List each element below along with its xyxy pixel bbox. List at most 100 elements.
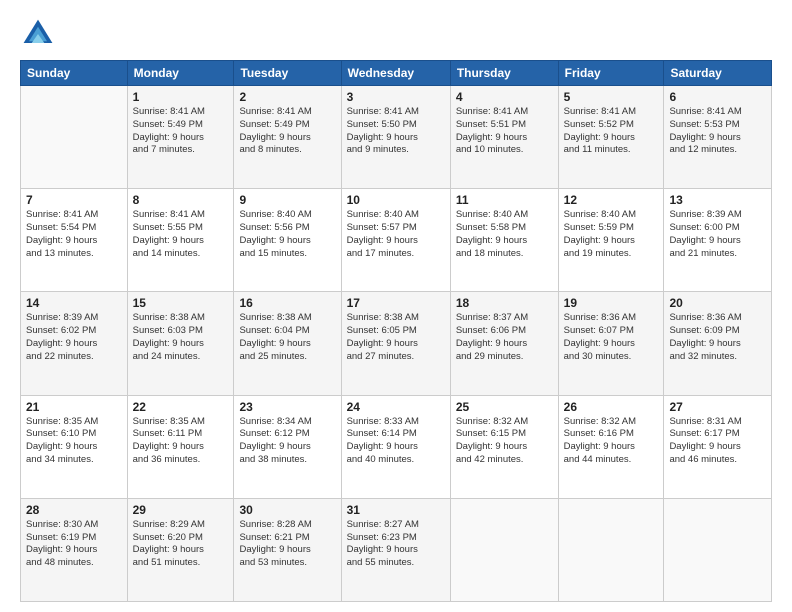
cell-content: Sunrise: 8:35 AMSunset: 6:10 PMDaylight:… — [26, 416, 122, 467]
calendar-cell: 31Sunrise: 8:27 AMSunset: 6:23 PMDayligh… — [341, 498, 450, 601]
calendar-cell: 27 Sunrise: 8:31 AMSunset: 6:17 PMDayligh… — [664, 395, 772, 498]
calendar-cell: 23Sunrise: 8:34 AMSunset: 6:12 PMDayligh… — [234, 395, 341, 498]
calendar-cell: 18 Sunrise: 8:37 AMSunset: 6:06 PMDayligh… — [450, 292, 558, 395]
calendar-header-thursday: Thursday — [450, 61, 558, 86]
day-number: 5 — [564, 90, 659, 104]
day-number: 6 — [669, 90, 766, 104]
day-number: 17 — [347, 296, 445, 310]
cell-content: Sunrise: 8:38 AMSunset: 6:05 PMDaylight:… — [347, 312, 445, 363]
day-number: 27 — [669, 400, 766, 414]
day-number: 24 — [347, 400, 445, 414]
calendar-cell: 7 Sunrise: 8:41 AMSunset: 5:54 PMDaylight… — [21, 189, 128, 292]
calendar-cell: 10 Sunrise: 8:40 AMSunset: 5:57 PMDayligh… — [341, 189, 450, 292]
cell-content: Sunrise: 8:41 AMSunset: 5:51 PMDaylight:… — [456, 106, 553, 157]
header — [20, 16, 772, 52]
day-number: 16 — [239, 296, 335, 310]
cell-content: Sunrise: 8:39 AMSunset: 6:00 PMDaylight:… — [669, 209, 766, 260]
day-number: 29 — [133, 503, 229, 517]
cell-content: Sunrise: 8:41 AMSunset: 5:53 PMDaylight:… — [669, 106, 766, 157]
calendar-week-0: 1Sunrise: 8:41 AMSunset: 5:49 PMDaylight… — [21, 86, 772, 189]
calendar-cell: 17 Sunrise: 8:38 AMSunset: 6:05 PMDayligh… — [341, 292, 450, 395]
cell-content: Sunrise: 8:29 AMSunset: 6:20 PMDaylight:… — [133, 519, 229, 570]
day-number: 11 — [456, 193, 553, 207]
page: SundayMondayTuesdayWednesdayThursdayFrid… — [0, 0, 792, 612]
calendar-cell — [450, 498, 558, 601]
day-number: 31 — [347, 503, 445, 517]
cell-content: Sunrise: 8:37 AMSunset: 6:06 PMDaylight:… — [456, 312, 553, 363]
calendar-week-1: 7 Sunrise: 8:41 AMSunset: 5:54 PMDaylight… — [21, 189, 772, 292]
day-number: 22 — [133, 400, 229, 414]
calendar-header-row: SundayMondayTuesdayWednesdayThursdayFrid… — [21, 61, 772, 86]
calendar-cell: 3Sunrise: 8:41 AMSunset: 5:50 PMDaylight… — [341, 86, 450, 189]
calendar-cell: 13Sunrise: 8:39 AMSunset: 6:00 PMDayligh… — [664, 189, 772, 292]
day-number: 12 — [564, 193, 659, 207]
day-number: 19 — [564, 296, 659, 310]
calendar-cell: 4 Sunrise: 8:41 AMSunset: 5:51 PMDaylight… — [450, 86, 558, 189]
logo — [20, 16, 60, 52]
calendar-cell: 1Sunrise: 8:41 AMSunset: 5:49 PMDaylight… — [127, 86, 234, 189]
calendar-header-saturday: Saturday — [664, 61, 772, 86]
cell-content: Sunrise: 8:40 AMSunset: 5:58 PMDaylight:… — [456, 209, 553, 260]
calendar-cell: 6 Sunrise: 8:41 AMSunset: 5:53 PMDaylight… — [664, 86, 772, 189]
cell-content: Sunrise: 8:40 AMSunset: 5:57 PMDaylight:… — [347, 209, 445, 260]
calendar-cell: 12 Sunrise: 8:40 AMSunset: 5:59 PMDayligh… — [558, 189, 664, 292]
cell-content: Sunrise: 8:30 AMSunset: 6:19 PMDaylight:… — [26, 519, 122, 570]
calendar-cell: 28 Sunrise: 8:30 AMSunset: 6:19 PMDayligh… — [21, 498, 128, 601]
calendar-week-2: 14Sunrise: 8:39 AMSunset: 6:02 PMDayligh… — [21, 292, 772, 395]
calendar-cell: 25 Sunrise: 8:32 AMSunset: 6:15 PMDayligh… — [450, 395, 558, 498]
calendar-header-friday: Friday — [558, 61, 664, 86]
cell-content: Sunrise: 8:28 AMSunset: 6:21 PMDaylight:… — [239, 519, 335, 570]
cell-content: Sunrise: 8:40 AMSunset: 5:56 PMDaylight:… — [239, 209, 335, 260]
cell-content: Sunrise: 8:31 AMSunset: 6:17 PMDaylight:… — [669, 416, 766, 467]
calendar-cell — [558, 498, 664, 601]
cell-content: Sunrise: 8:35 AMSunset: 6:11 PMDaylight:… — [133, 416, 229, 467]
cell-content: Sunrise: 8:41 AMSunset: 5:49 PMDaylight:… — [239, 106, 335, 157]
day-number: 3 — [347, 90, 445, 104]
cell-content: Sunrise: 8:41 AMSunset: 5:54 PMDaylight:… — [26, 209, 122, 260]
calendar-cell: 5Sunrise: 8:41 AMSunset: 5:52 PMDaylight… — [558, 86, 664, 189]
cell-content: Sunrise: 8:41 AMSunset: 5:49 PMDaylight:… — [133, 106, 229, 157]
calendar-cell: 11 Sunrise: 8:40 AMSunset: 5:58 PMDayligh… — [450, 189, 558, 292]
calendar-cell: 9 Sunrise: 8:40 AMSunset: 5:56 PMDaylight… — [234, 189, 341, 292]
day-number: 10 — [347, 193, 445, 207]
cell-content: Sunrise: 8:33 AMSunset: 6:14 PMDaylight:… — [347, 416, 445, 467]
calendar-cell: 30Sunrise: 8:28 AMSunset: 6:21 PMDayligh… — [234, 498, 341, 601]
cell-content: Sunrise: 8:36 AMSunset: 6:07 PMDaylight:… — [564, 312, 659, 363]
calendar-cell: 8Sunrise: 8:41 AMSunset: 5:55 PMDaylight… — [127, 189, 234, 292]
calendar-cell: 24 Sunrise: 8:33 AMSunset: 6:14 PMDayligh… — [341, 395, 450, 498]
calendar-cell: 22 Sunrise: 8:35 AMSunset: 6:11 PMDayligh… — [127, 395, 234, 498]
day-number: 15 — [133, 296, 229, 310]
calendar-header-monday: Monday — [127, 61, 234, 86]
calendar-cell: 15Sunrise: 8:38 AMSunset: 6:03 PMDayligh… — [127, 292, 234, 395]
day-number: 18 — [456, 296, 553, 310]
day-number: 2 — [239, 90, 335, 104]
calendar-cell — [664, 498, 772, 601]
calendar-cell: 19 Sunrise: 8:36 AMSunset: 6:07 PMDayligh… — [558, 292, 664, 395]
day-number: 7 — [26, 193, 122, 207]
calendar-table: SundayMondayTuesdayWednesdayThursdayFrid… — [20, 60, 772, 602]
calendar-cell: 2 Sunrise: 8:41 AMSunset: 5:49 PMDaylight… — [234, 86, 341, 189]
day-number: 20 — [669, 296, 766, 310]
day-number: 23 — [239, 400, 335, 414]
day-number: 28 — [26, 503, 122, 517]
calendar-week-3: 21 Sunrise: 8:35 AMSunset: 6:10 PMDayligh… — [21, 395, 772, 498]
calendar-header-tuesday: Tuesday — [234, 61, 341, 86]
day-number: 21 — [26, 400, 122, 414]
cell-content: Sunrise: 8:40 AMSunset: 5:59 PMDaylight:… — [564, 209, 659, 260]
cell-content: Sunrise: 8:38 AMSunset: 6:04 PMDaylight:… — [239, 312, 335, 363]
cell-content: Sunrise: 8:32 AMSunset: 6:15 PMDaylight:… — [456, 416, 553, 467]
calendar-cell: 16 Sunrise: 8:38 AMSunset: 6:04 PMDayligh… — [234, 292, 341, 395]
day-number: 25 — [456, 400, 553, 414]
day-number: 8 — [133, 193, 229, 207]
calendar-cell: 14Sunrise: 8:39 AMSunset: 6:02 PMDayligh… — [21, 292, 128, 395]
cell-content: Sunrise: 8:39 AMSunset: 6:02 PMDaylight:… — [26, 312, 122, 363]
calendar-cell: 21 Sunrise: 8:35 AMSunset: 6:10 PMDayligh… — [21, 395, 128, 498]
calendar-cell: 29 Sunrise: 8:29 AMSunset: 6:20 PMDayligh… — [127, 498, 234, 601]
calendar-cell — [21, 86, 128, 189]
cell-content: Sunrise: 8:36 AMSunset: 6:09 PMDaylight:… — [669, 312, 766, 363]
day-number: 9 — [239, 193, 335, 207]
calendar-week-4: 28 Sunrise: 8:30 AMSunset: 6:19 PMDayligh… — [21, 498, 772, 601]
calendar-header-wednesday: Wednesday — [341, 61, 450, 86]
cell-content: Sunrise: 8:32 AMSunset: 6:16 PMDaylight:… — [564, 416, 659, 467]
day-number: 4 — [456, 90, 553, 104]
